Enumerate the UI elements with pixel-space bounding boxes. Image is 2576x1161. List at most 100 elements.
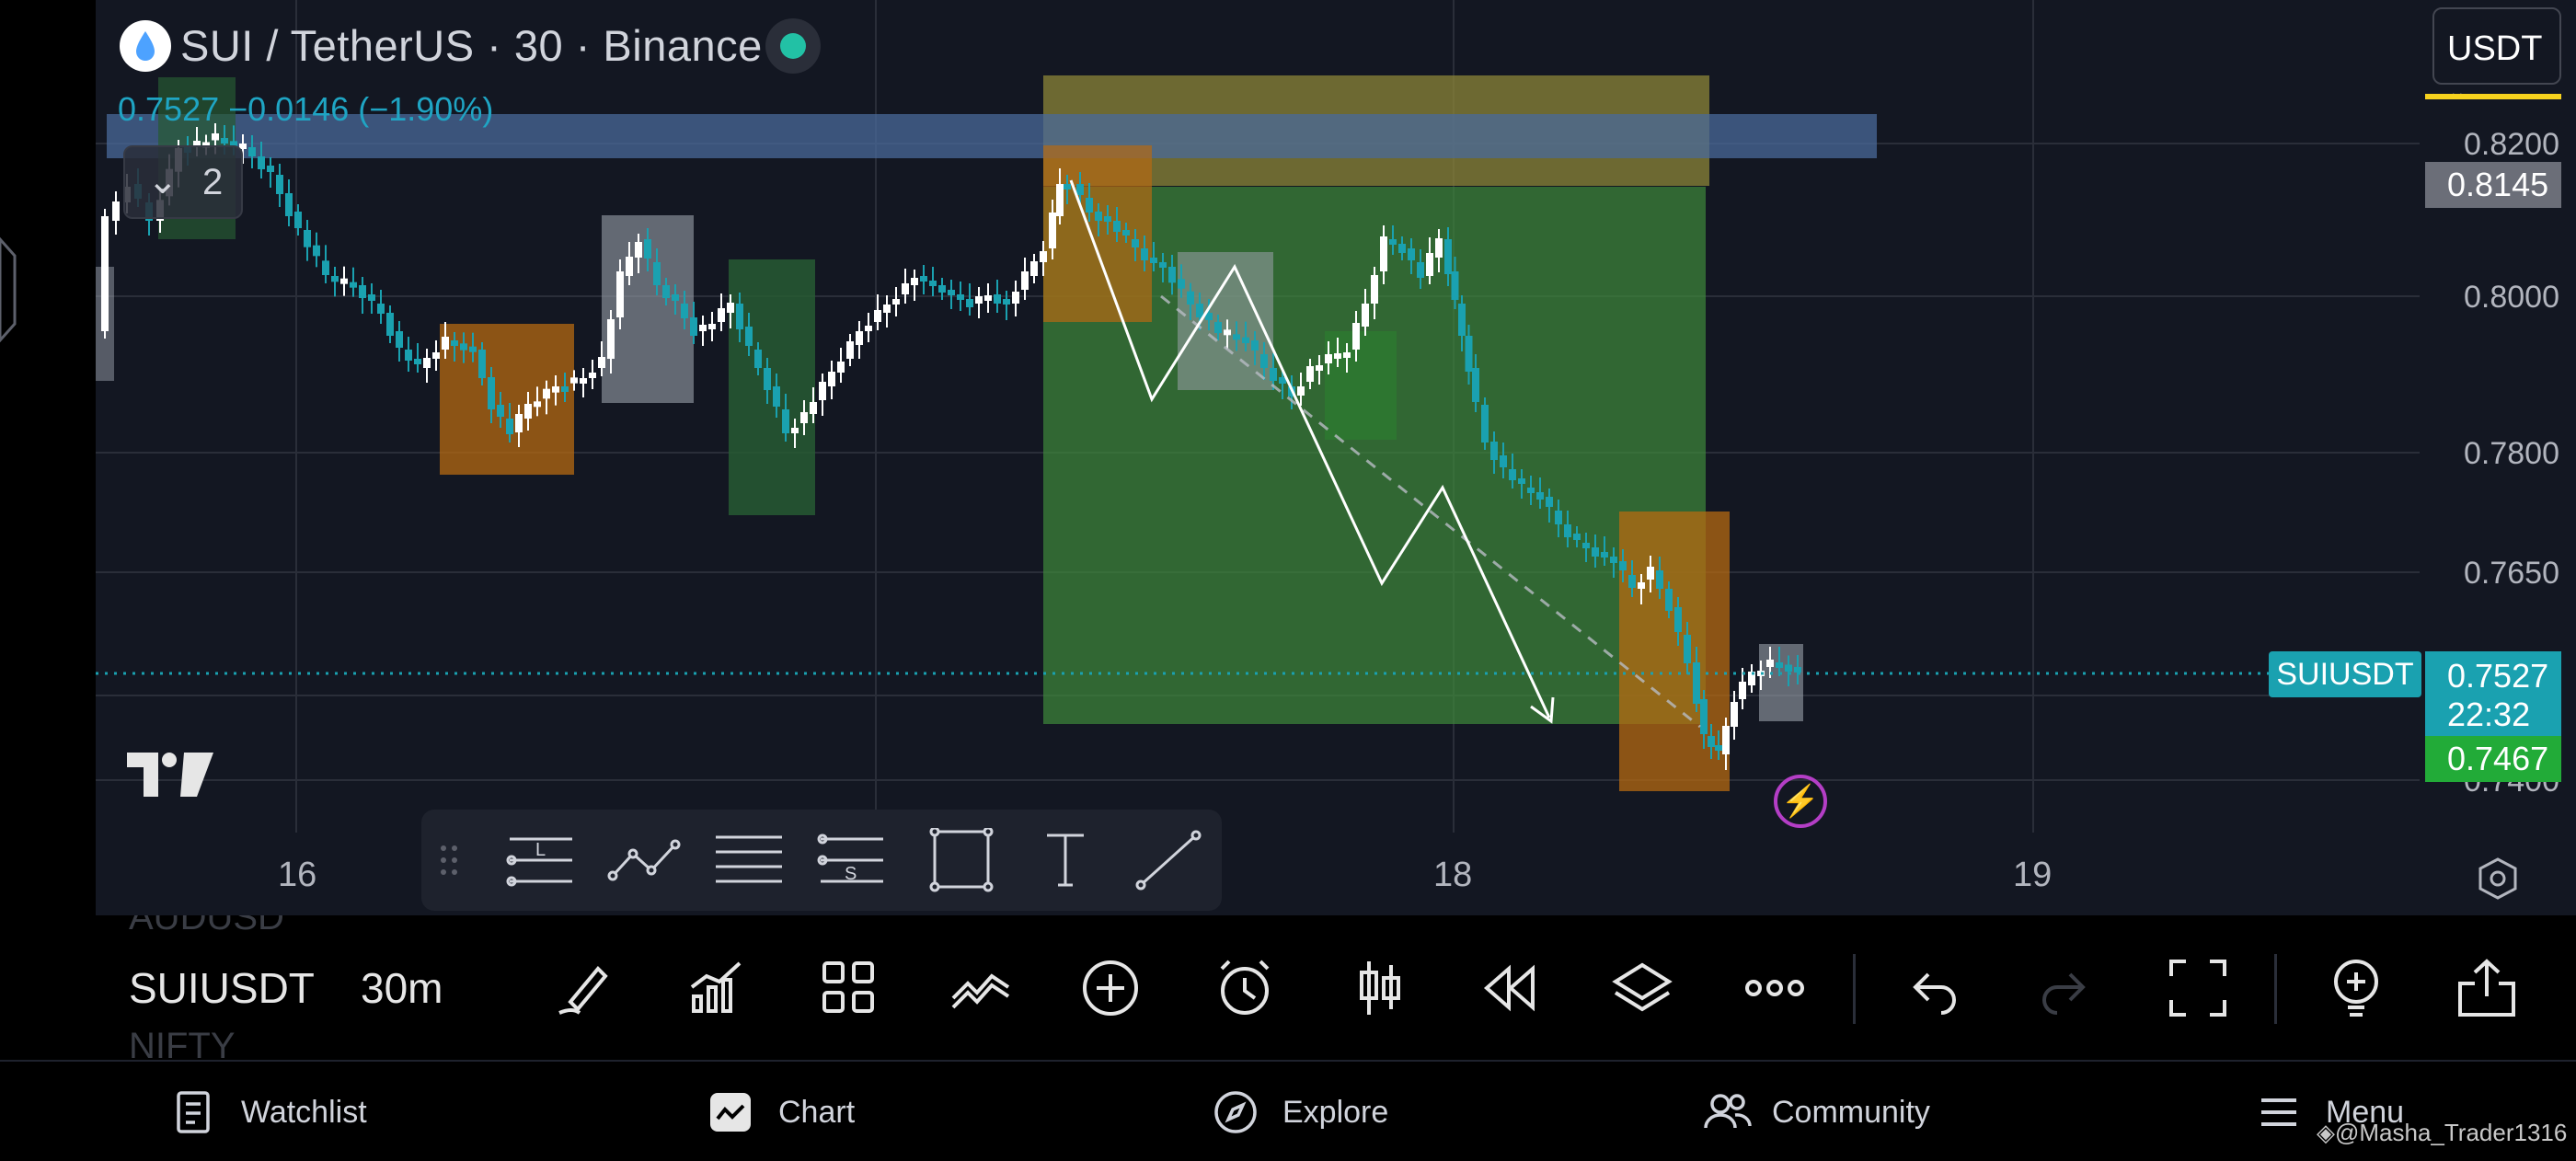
symbol-prev[interactable]: AUDUSD — [129, 915, 284, 938]
binance-logo-icon: ◈ — [2317, 1119, 2335, 1146]
candle-body — [1610, 557, 1617, 563]
candle-body — [1674, 607, 1682, 632]
candle-body — [1150, 258, 1157, 263]
candle-body — [368, 294, 375, 301]
candle-body — [276, 175, 283, 194]
currency-label: USDT — [2447, 29, 2542, 68]
candle-body — [1656, 570, 1663, 589]
nav-community-label: Community — [1772, 1095, 1930, 1130]
candle-body — [782, 409, 789, 433]
candle-body — [580, 378, 587, 384]
price-label: 0.8200 — [2464, 127, 2559, 162]
text-tool-icon[interactable] — [1029, 828, 1102, 892]
fullscreen-icon[interactable] — [2166, 956, 2230, 1020]
candle-body — [994, 294, 1001, 304]
candle-body — [1417, 262, 1424, 278]
side-hex-icon — [0, 236, 17, 343]
chart-settings-icon[interactable] — [2475, 856, 2521, 906]
top-box-price-tag: 0.8145 — [2425, 162, 2561, 208]
price-chart[interactable] — [0, 0, 2576, 915]
candle-body — [1708, 736, 1715, 747]
currency-dropdown[interactable]: USDT ⌄ — [2432, 7, 2561, 105]
orange-zone — [440, 324, 574, 475]
candle-body — [1458, 304, 1466, 336]
share-icon[interactable] — [2455, 956, 2519, 1020]
compare-icon[interactable] — [949, 956, 1014, 1020]
symbol-next[interactable]: NIFTY — [129, 1026, 236, 1058]
candle-body — [810, 402, 817, 414]
fib-tool-icon[interactable]: S — [815, 828, 889, 892]
ideas-bulb-icon[interactable] — [2324, 956, 2388, 1020]
market-status-icon[interactable] — [765, 18, 821, 74]
watchlist-icon — [177, 1091, 210, 1133]
candle-body — [1297, 386, 1305, 396]
candle-body — [1260, 354, 1268, 368]
grid-layout-icon[interactable] — [817, 956, 881, 1020]
candle-body — [635, 242, 642, 258]
indicators-icon[interactable] — [684, 956, 749, 1020]
drawing-toolbar[interactable]: L S — [421, 810, 1222, 911]
chart-canvas[interactable]: SUI / TetherUS · 30 · Binance 0.7527 −0.… — [0, 0, 2576, 915]
candle-body — [432, 352, 440, 359]
candle-body — [331, 276, 339, 282]
draw-pencil-icon[interactable] — [552, 956, 616, 1020]
horizontal-line-tool-icon[interactable]: L — [504, 828, 578, 892]
candle-body — [386, 313, 394, 336]
candle-body — [966, 299, 973, 307]
redo-icon[interactable] — [2033, 956, 2098, 1020]
candle-body — [543, 388, 550, 399]
candle-body — [1334, 353, 1341, 359]
zones[interactable] — [96, 75, 1877, 791]
candle-body — [718, 308, 725, 322]
candle-body — [644, 239, 651, 259]
trend-lines-tool-icon[interactable] — [607, 828, 681, 892]
undo-icon[interactable] — [1901, 956, 1965, 1020]
symbol-selector[interactable]: SUIUSDT — [129, 963, 315, 1013]
candle-body — [1785, 664, 1792, 672]
candle-body — [1684, 635, 1691, 663]
rectangle-tool-icon[interactable] — [926, 826, 999, 892]
chevron-down-icon: ⌄ — [2447, 77, 2467, 105]
ray-tool-icon[interactable] — [1132, 828, 1205, 892]
dark-green-zone — [729, 259, 815, 515]
candle-body — [708, 324, 716, 329]
indicators-collapse-button[interactable]: ⌄ 2 — [123, 145, 243, 219]
candle-body — [1389, 239, 1397, 245]
candle-body — [212, 133, 219, 141]
candle-body — [1426, 253, 1433, 276]
layers-icon[interactable] — [1610, 956, 1674, 1020]
candle-body — [1481, 405, 1489, 443]
timeframe-selector[interactable]: 30m — [361, 963, 443, 1013]
alert-clock-icon[interactable] — [1213, 956, 1277, 1020]
candle-body — [285, 193, 293, 216]
candle-body — [1451, 271, 1459, 300]
candle-body — [101, 216, 109, 331]
add-icon[interactable] — [1078, 956, 1143, 1020]
parallel-channel-tool-icon[interactable] — [712, 828, 786, 892]
symbol-title[interactable]: SUI / TetherUS · 30 · Binance — [180, 20, 763, 71]
replay-icon[interactable] — [1478, 956, 1542, 1020]
candle-body — [1518, 478, 1525, 484]
candle-body — [589, 373, 596, 378]
drag-handle-icon[interactable] — [431, 828, 467, 892]
flash-alert-icon[interactable]: ⚡ — [1774, 775, 1827, 828]
candle-body — [322, 260, 329, 275]
candle-style-icon[interactable] — [1347, 956, 1411, 1020]
price-label: 0.7650 — [2464, 556, 2559, 591]
price-label: 0.8000 — [2464, 280, 2559, 315]
more-icon[interactable] — [1742, 956, 1807, 1020]
candle-body — [1325, 354, 1332, 363]
candle-body — [736, 304, 743, 329]
toolbar-divider — [1853, 954, 1856, 1024]
candle-body — [1380, 236, 1387, 271]
price-label: 0.7800 — [2464, 436, 2559, 471]
candle-body — [920, 276, 927, 282]
candle-body — [258, 156, 265, 169]
candle-body — [460, 343, 467, 351]
svg-text:S: S — [845, 864, 857, 884]
candle-body — [819, 382, 826, 400]
candle-body — [911, 278, 918, 285]
candle-body — [340, 278, 348, 284]
candle-body — [267, 166, 274, 172]
candle-body — [948, 290, 955, 295]
